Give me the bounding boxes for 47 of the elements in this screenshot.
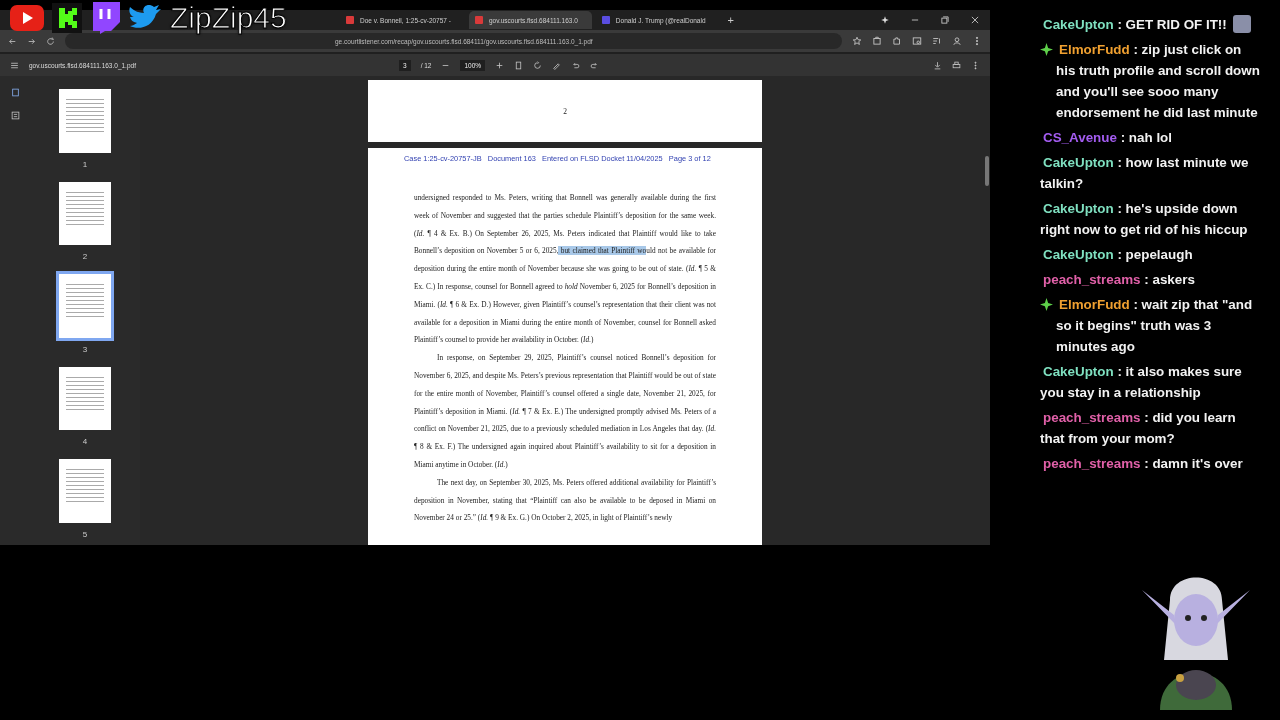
chat-message: CakeUpton : he's upside down right now to get rid of his hiccup: [1040, 200, 1249, 239]
thumbnail-page-number: 4: [82, 437, 88, 447]
thumbnails-icon[interactable]: [10, 88, 20, 97]
page-thumbnail[interactable]: [56, 456, 114, 526]
outline-icon[interactable]: [10, 111, 20, 120]
chat-message: peach_streams : did you learn that from your mom?: [1040, 409, 1237, 448]
chat-message: ElmorFudd : wait zip that "and so it begins" truth was 3 minutes ago: [1056, 296, 1254, 356]
chat-message: CS_Avenue : nah lol: [1042, 129, 1172, 147]
thumbnail-page-number: 1: [82, 159, 88, 169]
restore-icon[interactable]: [940, 15, 950, 25]
chat-message: CakeUpton : GET RID OF IT!!: [1042, 16, 1227, 34]
sparkle-icon[interactable]: [880, 15, 890, 25]
close-icon[interactable]: [970, 15, 980, 25]
new-tab-button[interactable]: +: [723, 14, 738, 26]
rotate-icon[interactable]: [533, 60, 543, 70]
download-icon[interactable]: [933, 60, 942, 70]
chat-message: peach_streams : askers: [1042, 271, 1195, 289]
redo-icon[interactable]: [590, 60, 600, 70]
chat-message: CakeUpton : it also makes sure you stay in a relationship: [1040, 363, 1243, 402]
fit-page-icon[interactable]: [514, 60, 524, 70]
youtube-icon: [10, 5, 44, 31]
twitch-icon: [90, 2, 120, 34]
page-thumbnail[interactable]: [56, 86, 114, 156]
back-icon[interactable]: [8, 36, 17, 46]
zoom-in-icon[interactable]: [495, 60, 505, 70]
scrollbar-thumb[interactable]: [985, 156, 989, 186]
thumbnail-page-number: 2: [82, 252, 88, 262]
more-options-icon[interactable]: [971, 60, 980, 70]
print-icon[interactable]: [952, 60, 961, 70]
thumbnail-page-number: 3: [82, 344, 88, 354]
media-icon[interactable]: [932, 36, 942, 46]
page-thumbnail[interactable]: [56, 271, 114, 341]
chat-message: CakeUpton : pepelaugh: [1042, 246, 1193, 264]
chat-message: CakeUpton : how last minute we talkin?: [1040, 154, 1250, 193]
star-icon[interactable]: [852, 36, 862, 46]
channel-name: ZipZip45: [170, 2, 287, 34]
reload-icon[interactable]: [46, 36, 55, 46]
thumbnail-page-number: 5: [82, 529, 88, 539]
undo-icon[interactable]: [571, 60, 581, 70]
menu-icon[interactable]: [10, 60, 19, 70]
chat-message: ElmorFudd : zip just click on his truth profile and scroll down and you'll see sooo many endorsement he did last minute: [1056, 41, 1260, 122]
annotate-icon[interactable]: [552, 60, 562, 70]
forward-icon[interactable]: [27, 36, 36, 46]
chat-message: peach_streams : damn it's over: [1042, 455, 1243, 473]
kick-icon: [52, 3, 82, 33]
tab-search-icon[interactable]: [912, 36, 922, 46]
profile-icon[interactable]: [952, 36, 962, 46]
